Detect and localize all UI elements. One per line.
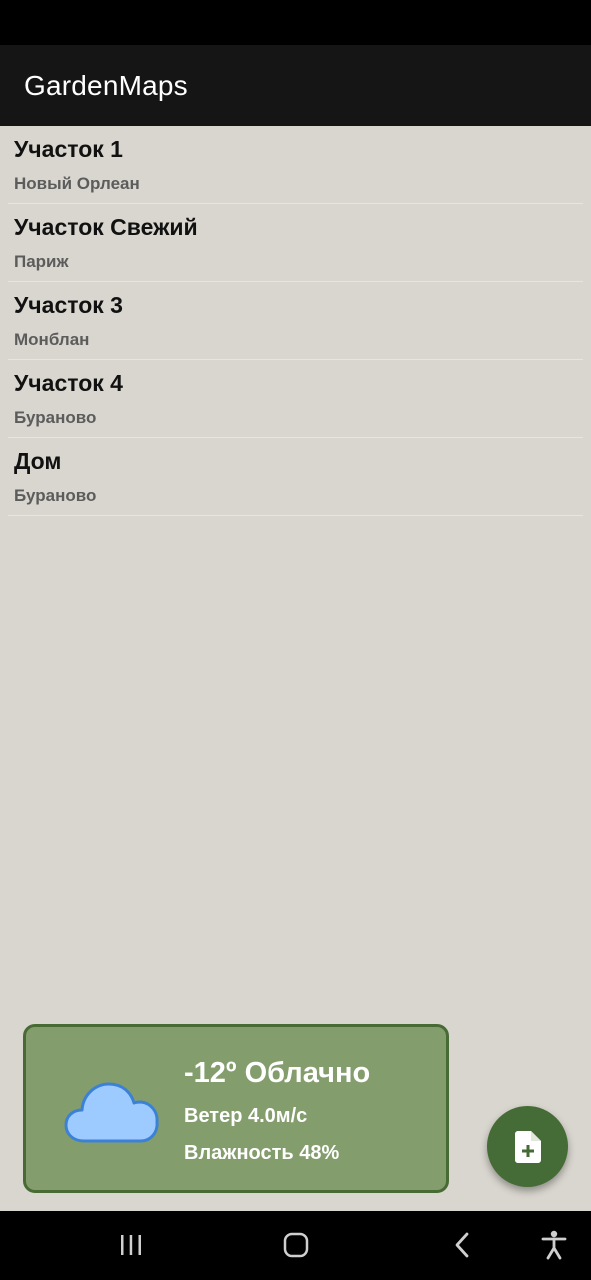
back-button[interactable] [442,1225,482,1265]
plot-location: Париж [14,252,69,271]
plot-location: Бураново [14,408,97,427]
cloud-icon [64,1082,159,1143]
recent-apps-icon [121,1235,141,1255]
weather-wind: Ветер 4.0м/с [184,1105,308,1127]
accessibility-icon [541,1230,567,1260]
status-bar [0,0,591,45]
back-icon [455,1232,469,1258]
weather-card[interactable]: -12º Облачно Ветер 4.0м/с Влажность 48% [23,1024,449,1193]
add-document-icon [514,1130,541,1163]
system-nav-bar [0,1211,591,1280]
plot-name: Участок 3 [14,292,123,318]
plot-list: Участок 1 Новый Орлеан Участок Свежий Па… [0,126,591,516]
plot-name: Дом [14,448,62,474]
plot-name: Участок 4 [14,370,123,396]
app-bar: GardenMaps [0,45,591,126]
plot-location: Бураново [14,486,97,505]
accessibility-button[interactable] [534,1225,574,1265]
plot-location: Монблан [14,330,90,349]
list-item[interactable]: Участок 3 Монблан [8,282,583,360]
home-button[interactable] [276,1225,316,1265]
plot-location: Новый Орлеан [14,174,140,193]
list-item[interactable]: Дом Бураново [8,438,583,516]
recent-apps-button[interactable] [111,1225,151,1265]
home-icon [283,1232,309,1258]
add-plot-button[interactable] [487,1106,568,1187]
app-title: GardenMaps [24,69,188,101]
weather-humidity: Влажность 48% [184,1142,340,1164]
plot-name: Участок Свежий [14,214,198,240]
list-item[interactable]: Участок 1 Новый Орлеан [8,126,583,204]
list-item[interactable]: Участок 4 Бураново [8,360,583,438]
plot-name: Участок 1 [14,136,123,162]
list-item[interactable]: Участок Свежий Париж [8,204,583,282]
weather-temperature: -12º Облачно [184,1057,371,1089]
